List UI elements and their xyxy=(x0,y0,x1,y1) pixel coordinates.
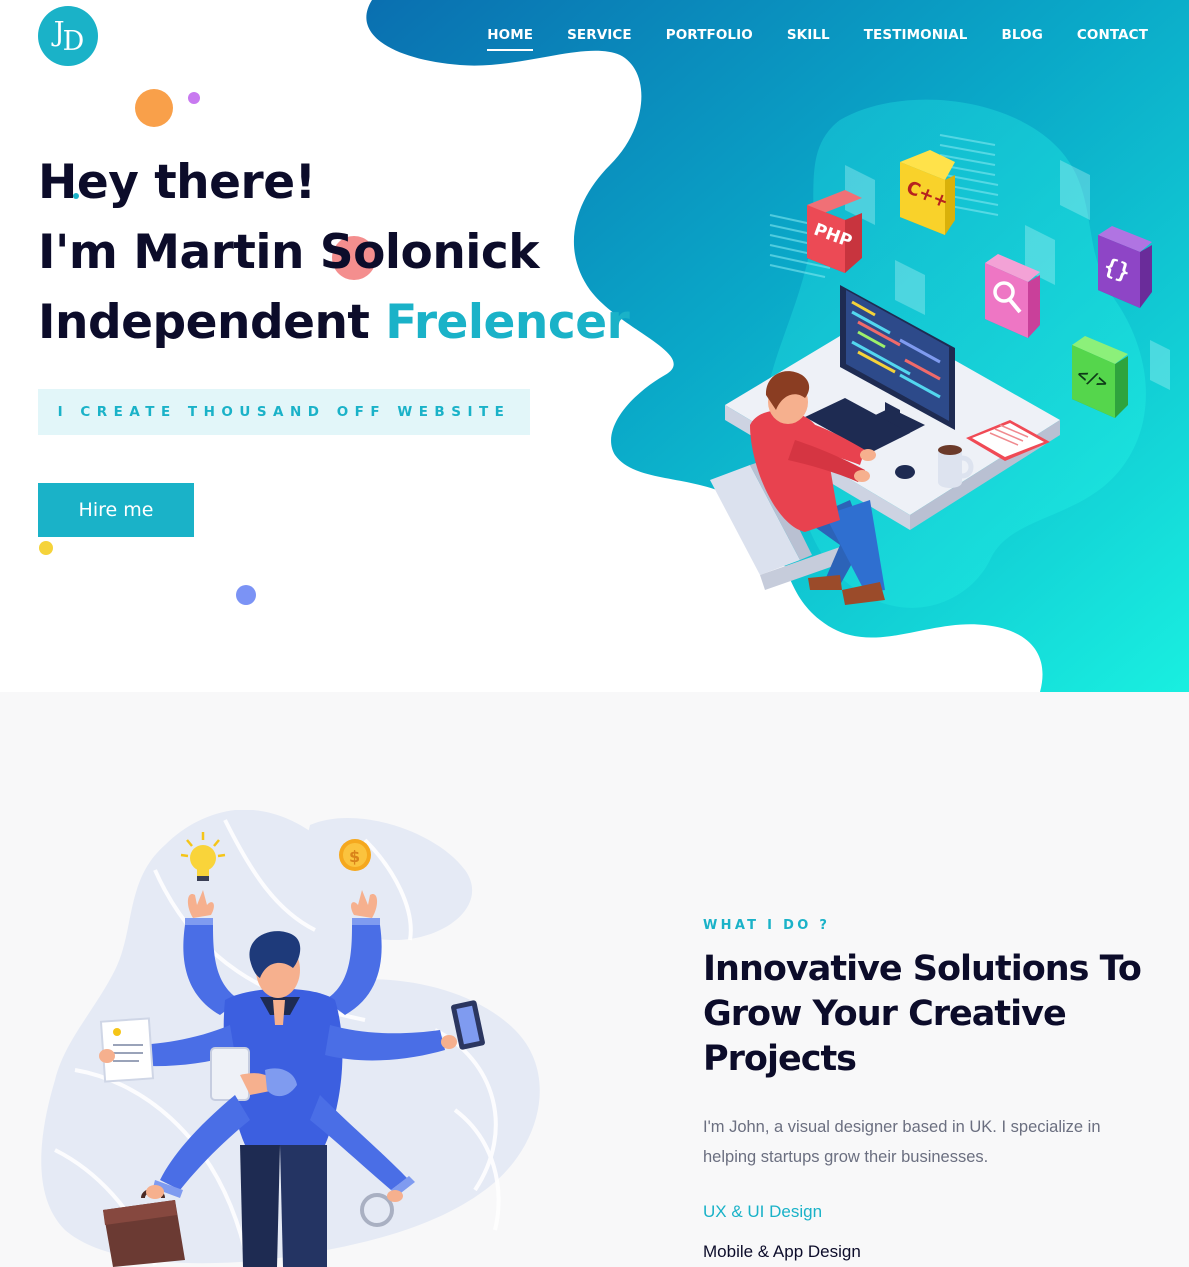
service-title: Innovative Solutions To Grow Your Creati… xyxy=(703,947,1163,1082)
nav-contact[interactable]: CONTACT xyxy=(1077,27,1148,51)
service-section: $ WHAT I DO ? Innovative Solutions To Gr… xyxy=(0,692,1189,1267)
mouse xyxy=(895,465,915,479)
nav-testimonial[interactable]: TESTIMONIAL xyxy=(864,27,968,51)
main-nav: HOME SERVICE PORTFOLIO SKILL TESTIMONIAL… xyxy=(453,27,1148,51)
service-description: I'm John, a visual designer based in UK.… xyxy=(703,1118,1101,1166)
decor-dot-yellow xyxy=(39,541,53,555)
nav-blog[interactable]: BLOG xyxy=(1002,27,1043,51)
headline-prefix: Independent xyxy=(38,295,386,350)
coin-symbol: $ xyxy=(349,847,360,866)
nav-skill[interactable]: SKILL xyxy=(787,27,830,51)
code-streaks xyxy=(769,134,999,278)
braces-badge: {} xyxy=(1098,226,1152,308)
multitasking-illustration: $ xyxy=(41,810,540,1267)
service-title-line-3: Projects xyxy=(703,1039,857,1079)
logo-letter-j: J xyxy=(53,16,65,48)
nav-home[interactable]: HOME xyxy=(487,27,534,51)
decor-dot-orange xyxy=(135,89,173,127)
headline-line-2: I'm Martin Solonick xyxy=(38,225,540,280)
developer-illustration: PHP C++ {} </> xyxy=(710,134,1170,605)
hero-headline: Hey there! I'm Martin Solonick Independe… xyxy=(38,148,630,358)
headline-line-3: Independent Frelencer xyxy=(38,288,630,358)
hero-section: JD HOME SERVICE PORTFOLIO SKILL TESTIMON… xyxy=(0,0,1189,692)
logo-letter-d: D xyxy=(62,25,85,57)
service-title-line-2: Grow Your Creative xyxy=(703,994,1067,1034)
coin-icon: $ xyxy=(339,839,371,871)
code-tag-badge: </> xyxy=(1072,336,1128,418)
cpp-badge: C++ xyxy=(900,150,955,235)
nav-portfolio[interactable]: PORTFOLIO xyxy=(666,27,753,51)
document-icon xyxy=(99,1017,155,1083)
hero-tagline: I CREATE THOUSAND OFF WEBSITE xyxy=(38,389,530,435)
decor-dot-purple xyxy=(188,92,200,104)
decor-dot-blue xyxy=(236,585,256,605)
service-eyebrow: WHAT I DO ? xyxy=(703,918,831,933)
headline-line-1: Hey there! xyxy=(38,155,316,210)
service-title-line-1: Innovative Solutions To xyxy=(703,949,1142,989)
headline-accent: Frelencer xyxy=(385,295,630,350)
skill-ux-ui[interactable]: UX & UI Design xyxy=(703,1202,822,1222)
nav-service[interactable]: SERVICE xyxy=(567,27,632,51)
site-logo[interactable]: JD xyxy=(38,6,98,66)
hire-me-button[interactable]: Hire me xyxy=(38,483,194,537)
skill-mobile-app[interactable]: Mobile & App Design xyxy=(703,1242,861,1262)
